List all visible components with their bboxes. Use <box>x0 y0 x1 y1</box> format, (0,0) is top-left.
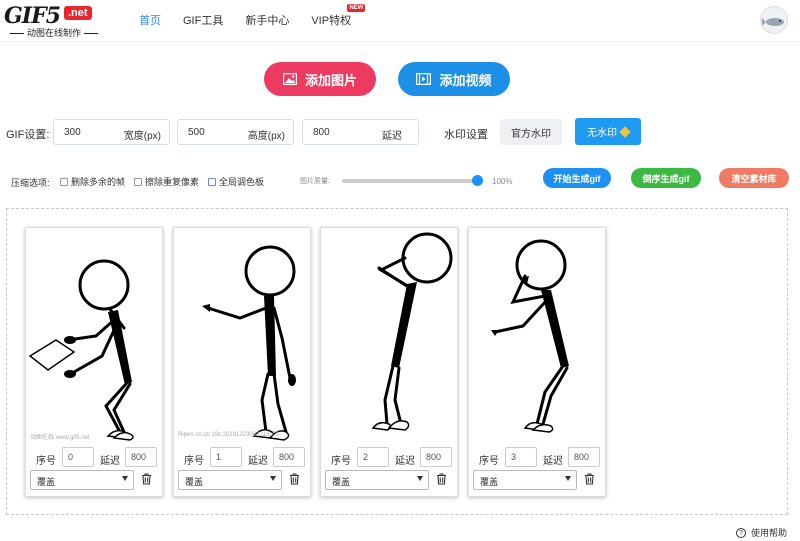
frame-delay-input[interactable]: 800 <box>420 447 452 467</box>
frame-card[interactable]: 动图在线 www.gif5.net 序号 0 延迟 800 覆盖 <box>25 227 163 497</box>
delay-label: 延迟 <box>248 456 268 467</box>
frame-thumbnail <box>371 232 453 431</box>
chevron-down-icon <box>565 476 571 481</box>
help-link[interactable]: ? 使用帮助 <box>736 526 787 539</box>
checkbox-box <box>60 177 68 186</box>
nav-vip[interactable]: VIP特权 NEW <box>311 4 366 28</box>
add-video-button[interactable]: 添加视频 <box>398 62 510 96</box>
quality-slider-track[interactable] <box>342 179 477 183</box>
compression-label: 压缩选项: <box>11 178 50 188</box>
trash-icon[interactable] <box>141 473 152 485</box>
quality-value: 100% <box>492 177 513 186</box>
width-value: 300 <box>64 127 81 138</box>
add-image-button[interactable]: 添加图片 <box>264 62 376 96</box>
checkbox-box <box>208 177 216 186</box>
no-watermark-label: 无水印 <box>587 128 617 139</box>
frame-card[interactable]: 序号 2 延迟 800 覆盖 <box>320 227 458 497</box>
quality-slider-handle[interactable] <box>472 175 483 186</box>
help-icon: ? <box>736 527 746 538</box>
blend-mode-value: 覆盖 <box>480 477 499 487</box>
add-image-label: 添加图片 <box>304 72 357 88</box>
no-watermark-button[interactable]: 无水印 <box>575 118 641 145</box>
height-value: 500 <box>188 127 205 138</box>
trash-icon[interactable] <box>436 473 447 485</box>
help-label: 使用帮助 <box>751 528 788 538</box>
site-logo[interactable]: GIF5 .net 动图在线制作 <box>4 3 108 39</box>
nav-home[interactable]: 首页 <box>139 12 161 28</box>
chevron-down-icon <box>417 476 423 481</box>
blend-mode-select[interactable]: 覆盖 <box>178 470 282 490</box>
frame-thumbnail <box>28 259 134 441</box>
chevron-down-icon <box>270 476 276 481</box>
index-label: 序号 <box>36 456 56 467</box>
logo-net-badge: .net <box>64 6 92 20</box>
frame-watermark: Ripen.cn.ch 19s.20191223083718c00 <box>178 432 280 438</box>
blend-mode-value: 覆盖 <box>185 477 204 487</box>
trash-icon[interactable] <box>289 473 300 485</box>
global-palette-checkbox[interactable]: 全局调色板 <box>208 175 264 188</box>
delay-value: 800 <box>313 127 330 138</box>
height-unit: 高度(px) <box>247 131 285 142</box>
blend-mode-select[interactable]: 覆盖 <box>473 470 577 490</box>
main-nav: 首页 GIF工具 新手中心 VIP特权 NEW <box>139 4 373 28</box>
gif-settings-label: GIF设置: <box>6 129 50 141</box>
index-input[interactable]: 2 <box>357 447 389 467</box>
erase-pixels-checkbox[interactable]: 擦除重复像素 <box>134 175 199 188</box>
index-label: 序号 <box>184 456 204 467</box>
width-unit: 宽度(px) <box>123 131 161 142</box>
checkbox-label: 删除多余的帧 <box>71 177 126 187</box>
checkbox-label: 擦除重复像素 <box>145 177 200 187</box>
new-badge: NEW <box>347 4 366 12</box>
video-icon <box>416 73 432 85</box>
diamond-icon <box>619 125 631 138</box>
width-input[interactable]: 300 宽度(px) <box>53 119 170 145</box>
delay-label: 延迟 <box>543 456 563 467</box>
delay-label: 延迟 <box>395 456 415 467</box>
trash-icon[interactable] <box>584 473 595 485</box>
nav-beginner[interactable]: 新手中心 <box>245 12 289 28</box>
delay-input[interactable]: 800 延迟 <box>302 119 419 145</box>
user-avatar[interactable] <box>760 6 788 34</box>
blend-mode-value: 覆盖 <box>37 477 56 487</box>
add-video-label: 添加视频 <box>439 72 492 88</box>
top-header: GIF5 .net 动图在线制作 首页 GIF工具 新手中心 VIP特权 NEW <box>0 0 800 42</box>
clear-library-button[interactable]: 清空素材库 <box>719 168 789 188</box>
frame-delay-input[interactable]: 800 <box>568 447 600 467</box>
nav-vip-label: VIP特权 <box>311 15 352 27</box>
fish-avatar-icon <box>762 18 784 26</box>
reverse-generate-button[interactable]: 倒序生成gif <box>631 168 701 188</box>
official-watermark-button[interactable]: 官方水印 <box>500 119 562 145</box>
frame-card[interactable]: Ripen.cn.ch 19s.20191223083718c00 序号 1 延… <box>173 227 311 497</box>
blend-mode-select[interactable]: 覆盖 <box>30 470 134 490</box>
image-icon <box>282 73 297 85</box>
frame-workspace: 动图在线 www.gif5.net 序号 0 延迟 800 覆盖 Ripen.c… <box>6 208 788 515</box>
frame-delay-input[interactable]: 800 <box>125 447 157 467</box>
checkbox-label: 全局调色板 <box>219 177 265 187</box>
nav-gif-tools[interactable]: GIF工具 <box>183 12 223 28</box>
delay-label: 延迟 <box>100 456 120 467</box>
watermark-settings-label: 水印设置 <box>444 129 488 141</box>
blend-mode-select[interactable]: 覆盖 <box>325 470 429 490</box>
frame-card[interactable]: 序号 3 延迟 800 覆盖 <box>468 227 606 497</box>
index-label: 序号 <box>479 456 499 467</box>
logo-tagline: 动图在线制作 <box>4 26 104 39</box>
delay-unit: 延迟 <box>382 131 402 142</box>
start-generate-button[interactable]: 开始生成gif <box>543 168 611 188</box>
checkbox-box <box>134 177 142 186</box>
frame-watermark: 动图在线 www.gif5.net <box>30 435 90 441</box>
quality-label: 图片质量: <box>300 178 330 185</box>
height-input[interactable]: 500 高度(px) <box>177 119 294 145</box>
frame-thumbnail <box>202 245 296 441</box>
blend-mode-value: 覆盖 <box>332 477 351 487</box>
index-input[interactable]: 3 <box>505 447 537 467</box>
index-input[interactable]: 1 <box>210 447 242 467</box>
index-label: 序号 <box>331 456 351 467</box>
frame-thumbnail <box>491 239 569 433</box>
chevron-down-icon <box>122 476 128 481</box>
index-input[interactable]: 0 <box>62 447 94 467</box>
remove-frames-checkbox[interactable]: 删除多余的帧 <box>60 175 125 188</box>
frame-delay-input[interactable]: 800 <box>273 447 305 467</box>
